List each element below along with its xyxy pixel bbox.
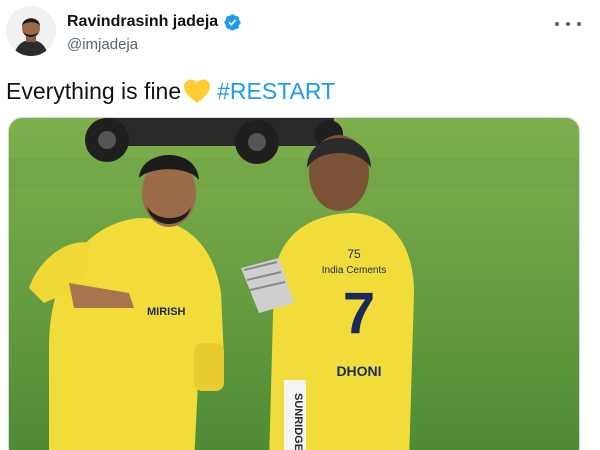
shirt-text: MIRISH [147, 306, 186, 318]
jersey-badge: 75 [347, 247, 361, 261]
jersey-name: DHONI [336, 363, 381, 379]
trouser-text: SUNRIDGE [292, 393, 304, 450]
profile-photo-icon [6, 6, 56, 56]
author-name-row: Ravindrasinh jadeja [67, 11, 242, 33]
display-name[interactable]: Ravindrasinh jadeja [67, 13, 218, 31]
tweet-body-text: Everything is fine [6, 78, 182, 104]
tweet-card: Ravindrasinh jadeja @imjadeja Everything… [0, 0, 600, 450]
tweet-photo[interactable]: 7 DHONI India Cements 75 SUNRIDGE MIRISH [8, 117, 580, 450]
jersey-number: 7 [343, 281, 375, 346]
verified-badge-icon [223, 13, 242, 32]
more-horizontal-icon[interactable] [555, 14, 581, 34]
author-handle[interactable]: @imjadeja [67, 36, 138, 53]
tweet-text: Everything is fine #RESTART [6, 77, 335, 105]
jersey-sponsor: India Cements [322, 265, 386, 276]
yellow-heart-icon [183, 78, 211, 104]
avatar[interactable] [6, 6, 56, 56]
cricket-photo-image: 7 DHONI India Cements 75 SUNRIDGE MIRISH [9, 118, 579, 450]
hashtag-link[interactable]: #RESTART [217, 77, 335, 105]
